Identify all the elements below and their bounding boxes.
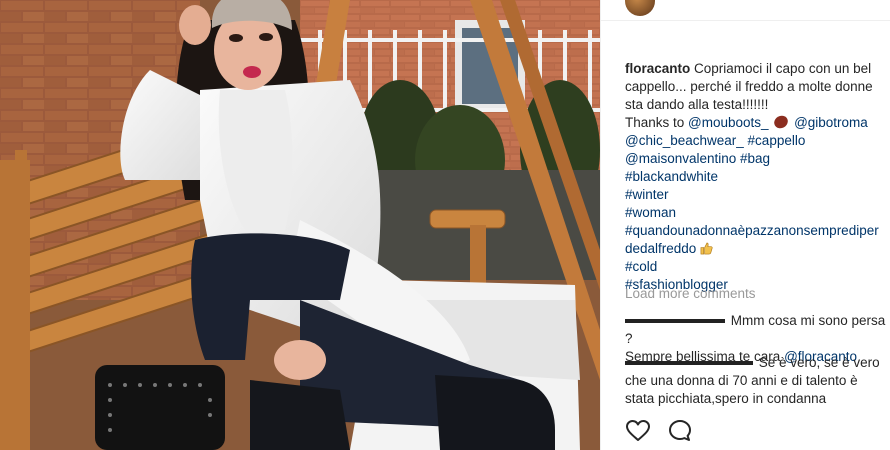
hashtag-quandounadonna[interactable]: #quandounadonnaèpazzanonsemprediper (625, 223, 879, 238)
comment-1-text-line-1: Mmm cosa mi sono persa ? (625, 313, 886, 346)
mention-gibotroma[interactable]: @gibotroma (794, 115, 868, 130)
american-football-icon (772, 113, 791, 131)
mention-mouboots[interactable]: @mouboots_ (688, 115, 769, 130)
post-photo[interactable] (0, 0, 600, 450)
post-sidebar: floracanto Copriamoci il capo con un bel… (600, 0, 890, 450)
comment-2-text-line-2: che una donna di 70 anni e di talento è (625, 373, 858, 388)
comment-2-text-line-1: Se è vero, se è vero (758, 355, 880, 370)
comment-2-text-line-3: stata picchiata,spero in condanna (625, 391, 827, 406)
hashtag-bag[interactable]: #bag (740, 151, 770, 166)
redacted-username (625, 361, 753, 366)
comment-bubble-icon[interactable] (667, 418, 693, 444)
hashtag-blackandwhite[interactable]: #blackandwhite (625, 169, 718, 184)
hashtag-cold[interactable]: #cold (625, 259, 657, 274)
heart-icon[interactable] (625, 418, 651, 444)
hashtag-winter[interactable]: #winter (625, 187, 669, 202)
hashtag-woman[interactable]: #woman (625, 205, 676, 220)
hashtag-quandounadonna-continued[interactable]: dedalfreddo (625, 241, 696, 256)
comment-2: Se è vero, se è vero che una donna di 70… (625, 354, 887, 408)
caption-text-line-3: sta dando alla testa!!!!!!! (625, 97, 769, 112)
post-actions (625, 418, 705, 444)
thumbs-up-icon (700, 242, 713, 255)
redacted-username (625, 319, 725, 324)
caption-text-line-1: Copriamoci il capo con un bel (694, 61, 872, 76)
post-header (601, 0, 890, 21)
caption-username[interactable]: floracanto (625, 61, 690, 76)
mention-chic-beachwear[interactable]: @chic_beachwear_ (625, 133, 744, 148)
mention-maisonvalentino[interactable]: @maisonvalentino (625, 151, 736, 166)
caption-text-line-2: cappello... perché il freddo a molte don… (625, 79, 873, 94)
post-caption: floracanto Copriamoci il capo con un bel… (625, 60, 887, 294)
avatar[interactable] (625, 0, 655, 16)
photo-illustration (0, 0, 600, 450)
hashtag-cappello[interactable]: #cappello (748, 133, 806, 148)
load-more-comments-button[interactable]: Load more comments (625, 286, 756, 301)
thanks-to-label: Thanks to (625, 115, 685, 130)
